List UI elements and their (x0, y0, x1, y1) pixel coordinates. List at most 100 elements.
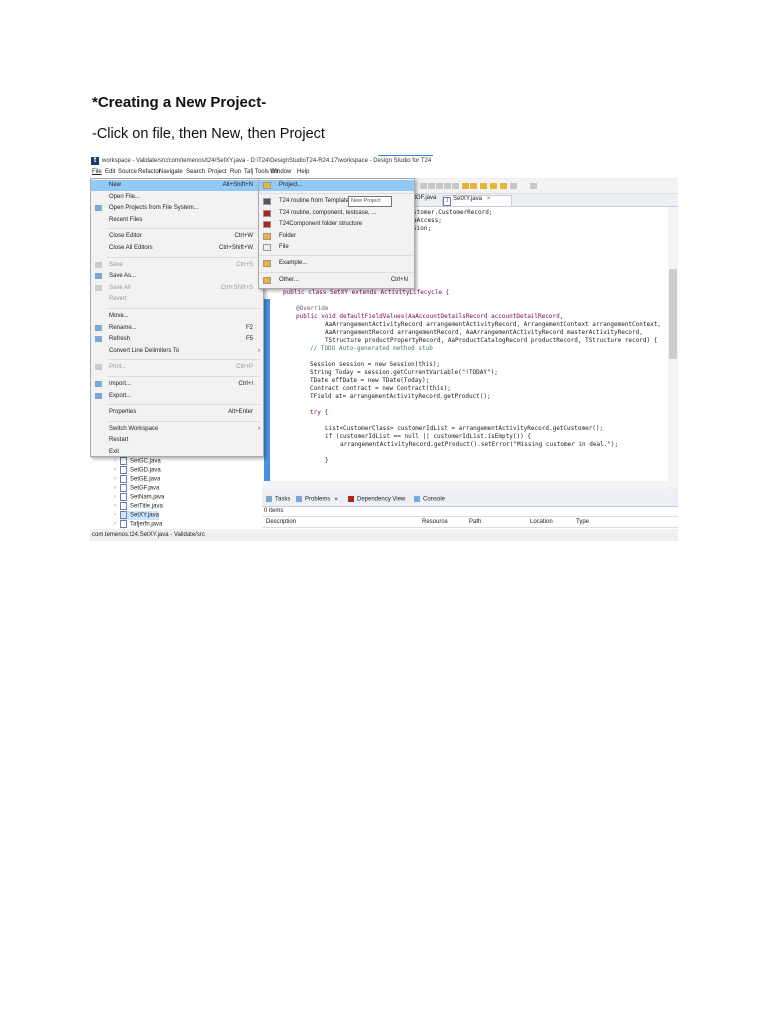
change-gutter (264, 299, 270, 487)
file-menu: New Alt+Shift+N › Open File... Open Projects… (90, 178, 264, 457)
close-icon[interactable]: × (487, 196, 491, 202)
toolbar-icon[interactable] (436, 183, 443, 189)
chevron-right-icon[interactable]: › (114, 494, 116, 500)
menu-item-label: Export... (109, 392, 132, 399)
file-menu-item-save[interactable]: Save Ctrl+S (91, 260, 263, 271)
file-menu-item-convert-line-delimiters-to[interactable]: Convert Line Delimiters To › (91, 346, 263, 357)
column-header-path[interactable]: Path (469, 519, 481, 525)
menu-help[interactable]: Help (297, 169, 309, 175)
menu-item-label: New (109, 182, 122, 188)
editor-tab-setxy-java[interactable]: J SetXY.java × (442, 195, 512, 206)
close-icon[interactable]: × (334, 497, 338, 503)
menu-edit[interactable]: Edit (105, 169, 115, 175)
explorer-item[interactable]: › SetXY.java (114, 511, 159, 520)
problems-panel: Tasks Problems × Dependency View Console 0 i… (262, 493, 678, 529)
file-menu-item-open-file[interactable]: Open File... (91, 192, 263, 203)
file-menu-item-properties[interactable]: Properties Alt+Enter (91, 407, 263, 418)
menu-refactor[interactable]: Refactor (138, 169, 161, 175)
new-menu-item-example[interactable]: Example... (259, 258, 414, 269)
chevron-right-icon[interactable]: › (114, 467, 116, 473)
file-menu-item-refresh[interactable]: Refresh F5 (91, 334, 263, 345)
file-menu-item-exit[interactable]: Exit (91, 447, 263, 458)
file-menu-item-restart[interactable]: Restart (91, 435, 263, 446)
toolbar-icon[interactable] (470, 183, 477, 189)
column-header-location[interactable]: Location (530, 519, 553, 525)
toolbar-icon[interactable] (490, 183, 497, 189)
file-menu-item-open-projects-from-file-system[interactable]: Open Projects from File System... (91, 203, 263, 214)
project-icon (263, 276, 271, 284)
explorer-item[interactable]: › SetGF.java (114, 484, 159, 493)
file-menu-item-import[interactable]: Import... Ctrl+I (91, 379, 263, 390)
new-menu-item-t24-routine-component-testcase[interactable]: T24 routine, component, testcase, ... (259, 208, 414, 219)
chevron-right-icon: › (258, 347, 260, 354)
menu-file[interactable]: File (92, 169, 102, 175)
menu-item-label: Refresh (109, 336, 131, 343)
file-menu-item-save-all[interactable]: Save All Ctrl+Shift+S (91, 283, 263, 294)
chevron-right-icon[interactable]: › (114, 476, 116, 482)
column-header-resource[interactable]: Resource (422, 519, 448, 525)
toolbar-icon[interactable] (462, 183, 469, 189)
menu-item-shortcut: Alt+Enter (228, 409, 253, 416)
menu-item-label: Convert Line Delimiters To (109, 347, 180, 354)
toolbar-icon[interactable] (452, 183, 459, 189)
file-menu-item-new[interactable]: NewAlt+Shift+N› (91, 180, 263, 191)
menu-project[interactable]: Project (208, 169, 227, 175)
chevron-right-icon[interactable]: › (114, 503, 116, 509)
file-menu-item-rename[interactable]: Rename... F2 (91, 323, 263, 334)
bottom-tab-problems[interactable]: Problems × (296, 496, 338, 503)
new-menu-item-folder[interactable]: Folder (259, 231, 414, 242)
toolbar-icon[interactable] (420, 183, 427, 189)
explorer-item[interactable]: › SetGD.java (114, 466, 161, 475)
code-line: Session session = new Session(this); (310, 361, 441, 368)
file-menu-item-export[interactable]: Export... (91, 391, 263, 402)
new-menu-item-file[interactable]: File (259, 242, 414, 253)
menu-window[interactable]: Window (270, 169, 291, 175)
explorer-item[interactable]: › SetTitle.java (114, 502, 163, 511)
bottom-tab-tasks[interactable]: Tasks (266, 496, 290, 503)
menu-item-shortcut: Ctrl+W (234, 233, 254, 240)
explorer-item[interactable]: › SetGC.java (114, 457, 161, 466)
tab-label: Tasks (275, 496, 291, 503)
new-menu-item-project[interactable]: Project... (259, 180, 414, 191)
explorer-item[interactable]: › SetGE.java (114, 475, 160, 484)
file-menu-item-switch-workspace[interactable]: Switch Workspace › (91, 424, 263, 435)
chevron-right-icon[interactable]: › (114, 521, 116, 527)
bottom-tab-dependency-view[interactable]: Dependency View (348, 496, 405, 503)
column-header-description[interactable]: Description (266, 519, 296, 525)
vertical-scrollbar[interactable] (668, 207, 678, 487)
bottom-tab-console[interactable]: Console (414, 496, 445, 503)
scroll-thumb[interactable] (669, 269, 677, 359)
column-header-type[interactable]: Type (576, 519, 589, 525)
code-line: aAccess; (413, 217, 442, 224)
file-menu-item-close-editor[interactable]: Close Editor Ctrl+W (91, 231, 263, 242)
menu-item-label: Switch Workspace (109, 425, 159, 432)
file-menu-item-revert[interactable]: Revert (91, 294, 263, 305)
tab-label: Dependency View (357, 496, 406, 503)
chevron-right-icon[interactable]: › (114, 512, 116, 518)
explorer-item[interactable]: › Tafjerfn.java (114, 520, 162, 529)
toolbar-icon[interactable] (510, 183, 517, 189)
chevron-right-icon[interactable]: › (114, 458, 116, 464)
file-menu-item-move[interactable]: Move... (91, 311, 263, 322)
explorer-item[interactable]: › SetNam.java (114, 493, 164, 502)
file-menu-item-close-all-editors[interactable]: Close All Editors Ctrl+Shift+W (91, 243, 263, 254)
new-menu-item-t24component-folder-structure[interactable]: T24Component folder structure (259, 219, 414, 230)
toolbar-icon[interactable] (428, 183, 435, 189)
code-line: List<CustomerClass> customerIdList = arr… (325, 425, 604, 432)
file-menu-item-print[interactable]: Print... Ctrl+P (91, 362, 263, 373)
toolbar-icon[interactable] (500, 183, 507, 189)
tasks-icon (266, 496, 272, 502)
file-menu-item-save-as[interactable]: Save As... (91, 271, 263, 282)
toolbar-icon[interactable] (480, 183, 487, 189)
horizontal-scrollbar[interactable] (262, 481, 668, 489)
chevron-right-icon[interactable]: › (114, 485, 116, 491)
file-menu-item-recent-files[interactable]: Recent Files› (91, 215, 263, 226)
menu-navigate[interactable]: Navigate (159, 169, 183, 175)
new-menu-item-other[interactable]: Other... Ctrl+N (259, 275, 414, 286)
toolbar-icon[interactable] (530, 183, 537, 189)
menu-search[interactable]: Search (186, 169, 205, 175)
code-line: public class SetXY extends ActivityLifec… (283, 289, 450, 296)
menu-run[interactable]: Run (230, 169, 241, 175)
menu-source[interactable]: Source (118, 169, 137, 175)
toolbar-icon[interactable] (444, 183, 451, 189)
